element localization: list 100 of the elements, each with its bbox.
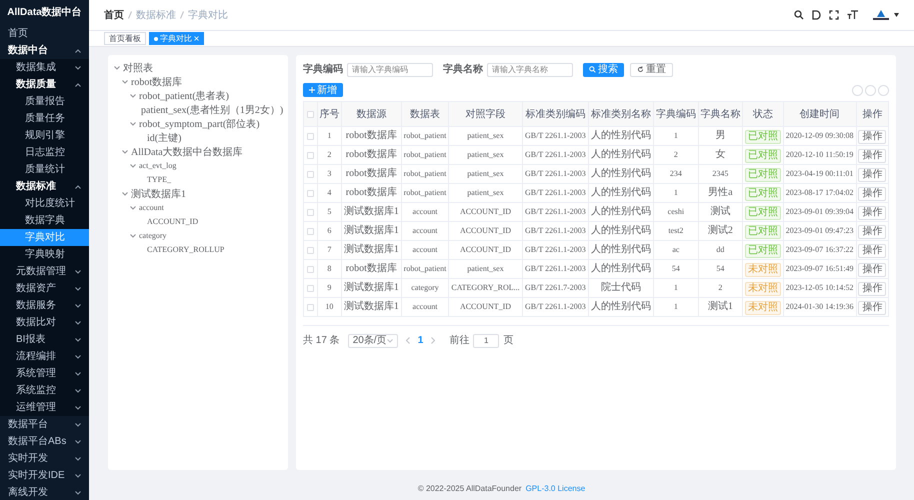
close-icon[interactable] <box>194 36 199 41</box>
row-checkbox[interactable] <box>307 190 314 197</box>
sidebar-item[interactable]: 数据服务 <box>0 297 89 314</box>
tree-node[interactable]: patient_sex(患者性别（1男2女）) <box>114 103 282 117</box>
table-cell: 测试数据库1 <box>341 222 402 240</box>
status-tag: 已对照 <box>744 148 781 162</box>
action-button[interactable]: 操作 <box>858 130 886 144</box>
tree-node[interactable]: AllData大数据中台数据库 <box>114 145 282 159</box>
sidebar-item[interactable]: 数据中台 <box>0 42 89 59</box>
table-cell: 4 <box>318 184 342 202</box>
table-cell: patient_sex <box>448 260 522 278</box>
sidebar-item[interactable]: 系统管理 <box>0 365 89 382</box>
select-all-checkbox[interactable] <box>307 110 314 118</box>
row-checkbox[interactable] <box>307 266 314 273</box>
sidebar-item[interactable]: 首页 <box>0 25 89 42</box>
tree-node[interactable]: robot数据库 <box>114 75 282 89</box>
table-cell: GB/T 2261.1-2003 <box>522 126 588 146</box>
table-cell: robot_patient <box>401 184 449 202</box>
sidebar-item[interactable]: 对比度统计 <box>0 195 89 212</box>
action-button[interactable]: 操作 <box>858 186 886 200</box>
sidebar-item[interactable]: 系统监控 <box>0 382 89 399</box>
reset-button[interactable]: 重置 <box>630 62 673 76</box>
tree-node[interactable]: 测试数据库1 <box>114 187 282 201</box>
row-checkbox[interactable] <box>307 132 314 140</box>
document-icon[interactable] <box>812 10 821 20</box>
sidebar-item[interactable]: 离线开发 <box>0 484 89 500</box>
sidebar-item[interactable]: BI报表 <box>0 331 89 348</box>
chevron-down-icon <box>386 338 393 342</box>
sidebar-item[interactable]: 规则引擎 <box>0 127 89 144</box>
action-button[interactable]: 操作 <box>858 282 886 296</box>
sidebar-item[interactable]: 质量统计 <box>0 161 89 178</box>
sidebar-item[interactable]: 数据集成 <box>0 59 89 76</box>
text-input-field[interactable]: 请输入字典名称 <box>487 62 573 76</box>
row-checkbox[interactable] <box>307 284 314 292</box>
table-cell: 人的性别代码 <box>588 184 654 202</box>
row-checkbox[interactable] <box>307 228 314 235</box>
table-cell: robot_patient <box>401 146 449 164</box>
tree-node[interactable]: ACCOUNT_ID <box>114 215 282 229</box>
action-button[interactable]: 操作 <box>858 244 886 258</box>
column-header: 操作 <box>856 102 888 126</box>
action-button[interactable]: 操作 <box>858 206 886 220</box>
tab[interactable]: 首页看板 <box>104 32 146 45</box>
next-page-icon[interactable] <box>431 337 436 344</box>
font-size-icon[interactable] <box>847 10 858 20</box>
tree-node[interactable]: category <box>114 229 282 243</box>
tree-node[interactable]: account <box>114 201 282 215</box>
sidebar-item[interactable]: 运维管理 <box>0 399 89 416</box>
sidebar-item[interactable]: 日志监控 <box>0 144 89 161</box>
chevron-up-icon <box>75 184 81 188</box>
sidebar-item[interactable]: 实时开发IDE <box>0 467 89 484</box>
text-input-field[interactable]: 请输入字典编码 <box>347 62 433 76</box>
sidebar-item[interactable]: 数据字典 <box>0 212 89 229</box>
fullscreen-icon[interactable] <box>829 10 839 20</box>
table-cell: 8 <box>318 260 342 278</box>
sidebar-item[interactable]: 质量报告 <box>0 93 89 110</box>
table-cell: ACCOUNT_ID <box>448 222 522 240</box>
status-tag: 已对照 <box>744 186 781 200</box>
action-button[interactable]: 操作 <box>858 300 886 314</box>
tree-node[interactable]: robot_patient(患者表) <box>114 89 282 103</box>
search-toggle-icon[interactable] <box>865 84 876 96</box>
tree-node[interactable]: robot_symptom_part(部位表) <box>114 117 282 131</box>
column-header: 序号 <box>318 102 342 126</box>
tree-node[interactable]: 对照表 <box>114 61 282 75</box>
caret-icon[interactable] <box>894 13 899 17</box>
row-checkbox[interactable] <box>307 208 314 216</box>
search-icon[interactable] <box>794 10 804 20</box>
tree-node[interactable]: act_evt_log <box>114 159 282 173</box>
action-button[interactable]: 操作 <box>858 168 886 182</box>
previous-page-icon[interactable] <box>406 337 410 344</box>
action-button[interactable]: 操作 <box>858 148 886 162</box>
sidebar-item[interactable]: 数据标准 <box>0 178 89 195</box>
tree-node[interactable]: id(主键) <box>114 131 282 145</box>
sidebar-item[interactable]: 数据质量 <box>0 76 89 93</box>
sidebar-item[interactable]: 数据平台 <box>0 416 89 433</box>
row-checkbox[interactable] <box>307 246 314 254</box>
sidebar-item[interactable]: 数据平台ABs <box>0 433 89 450</box>
sidebar-item[interactable]: 字典映射 <box>0 246 89 263</box>
tree-node[interactable]: TYPE_ <box>114 173 282 187</box>
sidebar-item[interactable]: 数据比对 <box>0 314 89 331</box>
sidebar-item[interactable]: 质量任务 <box>0 110 89 127</box>
page-input-field[interactable]: 1 <box>473 334 500 348</box>
table-cell: 5 <box>318 202 342 222</box>
row-checkbox[interactable] <box>307 170 314 178</box>
page-size-select[interactable]: 20条/页 <box>348 334 398 348</box>
columns-toggle-icon[interactable] <box>878 84 889 96</box>
logo-avatar-icon[interactable] <box>872 9 890 21</box>
table-cell: 2020-12-09 09:30:08 <box>783 126 856 146</box>
sidebar-item[interactable]: 流程编排 <box>0 348 89 365</box>
refresh-toggle-icon[interactable] <box>852 84 863 96</box>
sidebar-item[interactable]: 实时开发 <box>0 450 89 467</box>
row-checkbox[interactable] <box>307 304 314 311</box>
sidebar-item[interactable]: 元数据管理 <box>0 263 89 280</box>
breadcrumb-item[interactable]: 首页 <box>104 8 124 22</box>
action-button[interactable]: 操作 <box>858 224 886 238</box>
column-header: 标准类别编码 <box>522 102 588 126</box>
sidebar-item[interactable]: 数据资产 <box>0 280 89 297</box>
action-button[interactable]: 操作 <box>858 262 886 276</box>
column-header: 字典编码 <box>654 102 698 126</box>
tree-node[interactable]: CATEGORY_ROLLUP <box>114 243 282 257</box>
row-checkbox[interactable] <box>307 152 314 159</box>
